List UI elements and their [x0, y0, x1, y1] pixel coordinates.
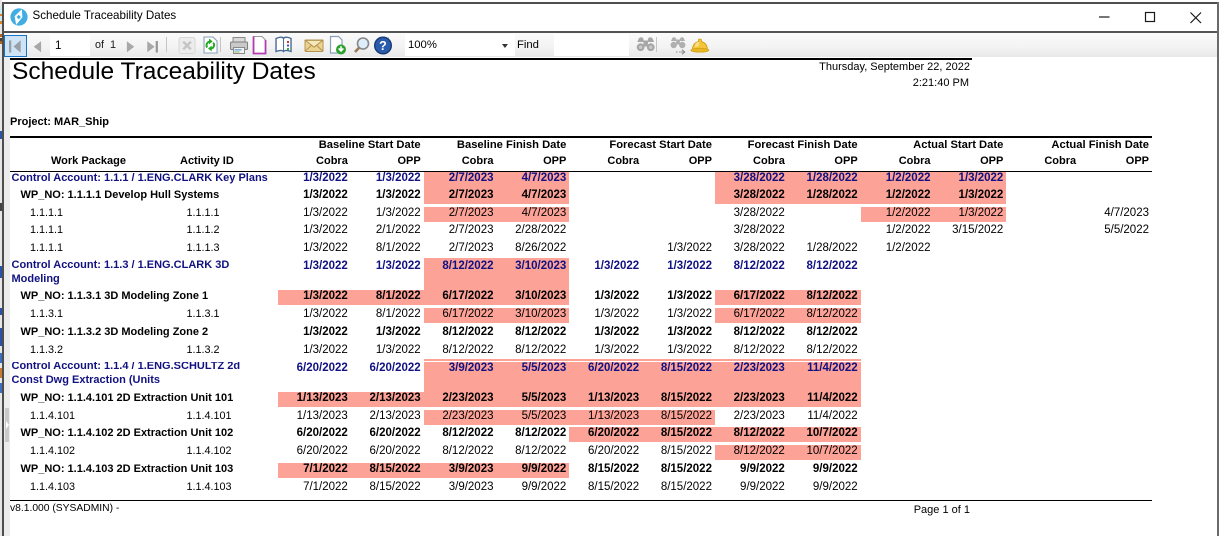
svg-text:?: ?: [379, 39, 387, 53]
